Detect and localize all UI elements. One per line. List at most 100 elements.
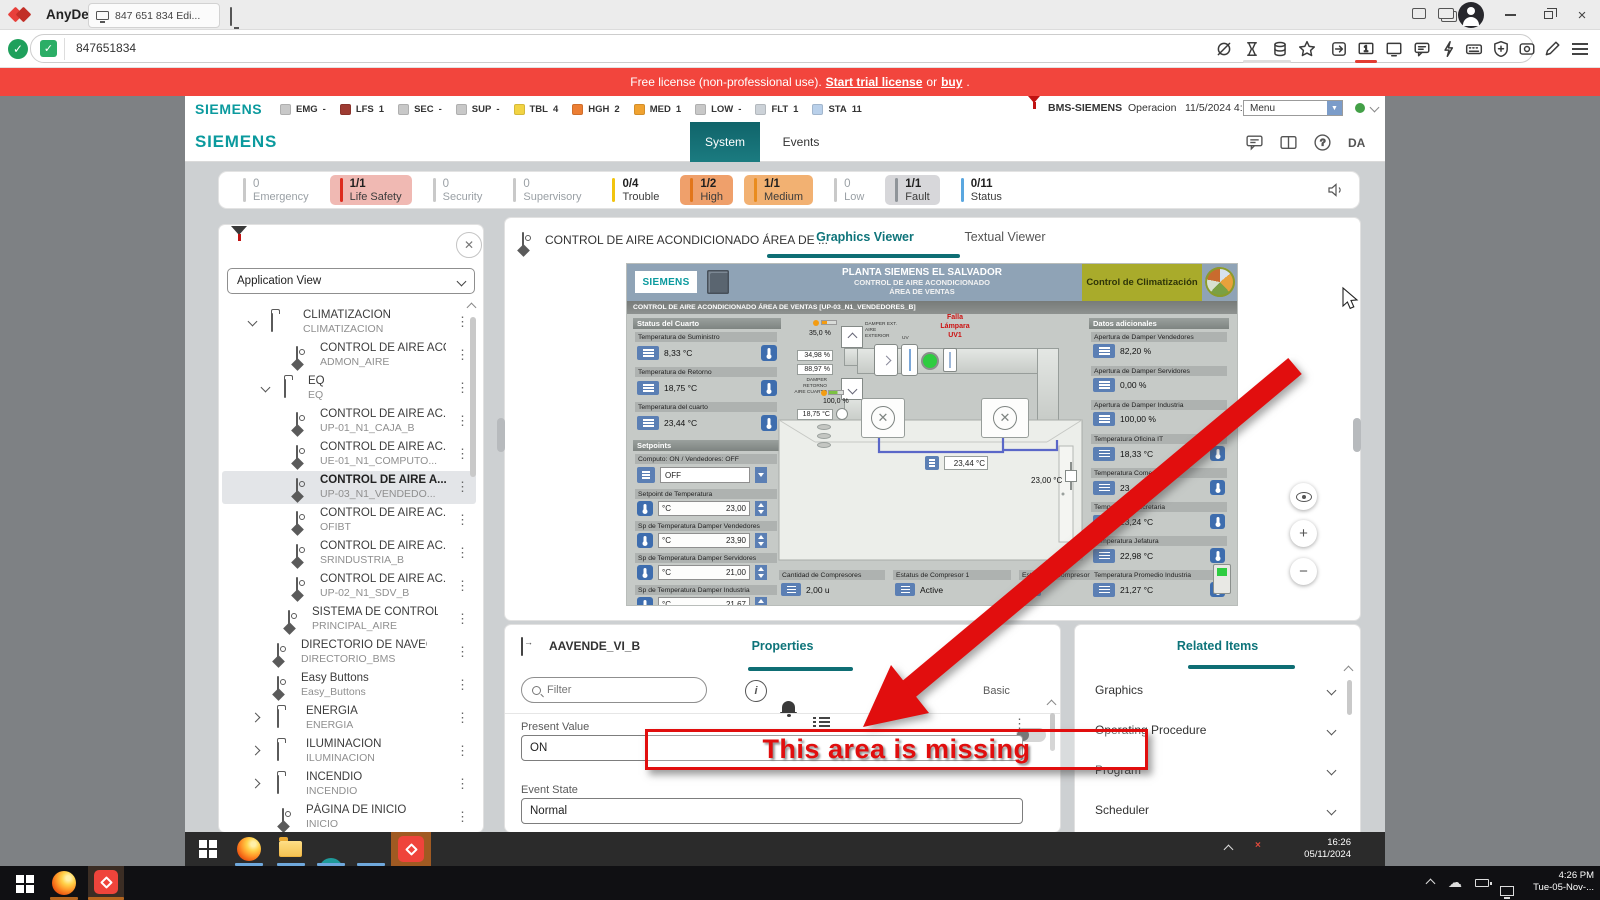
scroll-up-icon[interactable] (1343, 665, 1354, 676)
new-session-button[interactable] (230, 7, 232, 26)
keyboard-icon[interactable] (1465, 40, 1483, 58)
onedrive-cloud-icon[interactable]: ☁ (1448, 874, 1462, 891)
connection-ok-icon[interactable]: ✓ (8, 39, 28, 59)
item-menu-kebab[interactable]: ⋮ (456, 447, 469, 460)
user-avatar[interactable]: DA (1348, 136, 1365, 150)
maximize-button[interactable] (1532, 3, 1564, 27)
tree-item-eq[interactable]: EQ EQ ⋮ (222, 372, 476, 405)
menu-hamburger-icon[interactable] (1572, 43, 1588, 55)
view-select[interactable]: Application View (227, 268, 475, 294)
info-icon[interactable]: i (745, 680, 767, 702)
summary-emergency[interactable]: 0 Emergency (233, 175, 319, 205)
firefox-icon[interactable] (237, 837, 261, 861)
sound-icon[interactable] (1327, 182, 1345, 198)
tree-item-directorio[interactable]: DIRECTORIO DE NAVEGA...DIRECTORIO_BMS ⋮ (222, 636, 476, 669)
tree-item-climatizacion[interactable]: CLIMATIZACION CLIMATIZACION ⋮ (222, 306, 476, 339)
address-field[interactable]: 847651834 (76, 41, 136, 55)
alarm-bell-icon[interactable] (780, 701, 797, 717)
item-menu-kebab[interactable]: ⋮ (456, 480, 469, 493)
thermometer-button[interactable] (1210, 480, 1225, 495)
permissions-shield-icon[interactable] (1492, 40, 1510, 58)
tab-system[interactable]: System (690, 122, 760, 162)
monitor-icon[interactable] (1385, 40, 1403, 58)
start-trial-link[interactable]: Start trial license (826, 75, 923, 89)
related-scrollbar-thumb[interactable] (1347, 680, 1352, 715)
anydesk-active-app[interactable] (391, 832, 431, 866)
buy-link[interactable]: buy (941, 75, 962, 89)
damper-retorno[interactable] (841, 378, 863, 400)
tree-item-ofibt[interactable]: CONTROL DE AIRE AC... OFIBT ⋮ (222, 504, 476, 537)
summary-low[interactable]: 0 Low (824, 175, 874, 205)
summary-supervisory[interactable]: 0 Supervisory (503, 175, 591, 205)
actions-lightning-icon[interactable] (1440, 40, 1458, 58)
scroll-up-icon[interactable] (1046, 699, 1057, 710)
item-menu-kebab[interactable]: ⋮ (456, 513, 469, 526)
badge-flt[interactable]: FLT 1 (755, 103, 798, 115)
chevron-right-icon[interactable] (250, 712, 261, 723)
account-avatar[interactable] (1458, 2, 1484, 28)
summary-security[interactable]: 0 Security (423, 175, 493, 205)
chevron-down-icon[interactable] (247, 316, 258, 327)
clipboard-icon[interactable] (1412, 8, 1426, 19)
firefox-icon[interactable] (52, 871, 76, 895)
tree-item-principal-aire[interactable]: SISTEMA DE CONTROL ...PRINCIPAL_AIRE ⋮ (222, 603, 476, 636)
record-icon[interactable] (1518, 40, 1536, 58)
layout-panes-icon[interactable] (1279, 133, 1298, 152)
item-menu-kebab[interactable]: ⋮ (456, 381, 469, 394)
badge-hgh[interactable]: HGH 2 (572, 103, 620, 115)
related-item-scheduler[interactable]: Scheduler (1095, 799, 1337, 821)
tree-item-up01[interactable]: CONTROL DE AIRE AC... UP-01_N1_CAJA_B ⋮ (222, 405, 476, 438)
badge-emg[interactable]: EMG - (280, 103, 326, 115)
summary-fault[interactable]: 1/1 Fault (885, 174, 940, 206)
item-menu-kebab[interactable]: ⋮ (456, 711, 469, 724)
badge-sec[interactable]: SEC - (398, 103, 442, 115)
thermometer-button[interactable] (1210, 446, 1225, 461)
filter-field[interactable] (521, 677, 707, 703)
tray-expand-icon[interactable] (1223, 844, 1234, 855)
tree-item-energia[interactable]: ENERGIA ENERGIA ⋮ (222, 702, 476, 735)
file-explorer-icon[interactable] (279, 837, 302, 857)
session-duration-icon[interactable] (1243, 40, 1261, 58)
session-ok-icon[interactable]: ✓ (40, 40, 57, 57)
local-clock[interactable]: 4:26 PM Tue-05-Nov-... (1520, 870, 1594, 895)
new-connection-icon[interactable] (1330, 40, 1348, 58)
badge-low[interactable]: LOW - (695, 103, 741, 115)
badge-tbl[interactable]: TBL 4 (513, 103, 558, 115)
item-menu-kebab[interactable]: ⋮ (456, 315, 469, 328)
chevron-right-icon[interactable] (250, 778, 261, 789)
badge-sup[interactable]: SUP - (455, 103, 500, 115)
session-tab[interactable]: 847 651 834 Edi... (88, 3, 220, 28)
summary-medium[interactable]: 1/1 Medium (743, 174, 814, 206)
tab-properties[interactable]: Properties (505, 639, 1060, 653)
item-menu-kebab[interactable]: ⋮ (456, 546, 469, 559)
summary-high[interactable]: 1/2 High (680, 174, 733, 206)
anydesk-active-app[interactable] (88, 866, 124, 900)
tree-item-up02[interactable]: CONTROL DE AIRE AC... UP-02_N1_SDV_B ⋮ (222, 570, 476, 603)
tree-scrollbar-thumb[interactable] (470, 317, 476, 477)
tree-close-button[interactable]: ✕ (456, 232, 482, 258)
list-view-icon[interactable] (813, 716, 830, 728)
network-monitor-icon[interactable] (1500, 886, 1514, 899)
draw-pencil-icon[interactable] (1543, 40, 1561, 58)
tab-events[interactable]: Events (770, 122, 832, 162)
monitor-1-icon[interactable]: 1 (1357, 40, 1375, 58)
close-button[interactable]: × (1566, 3, 1598, 27)
start-button[interactable] (16, 875, 34, 893)
item-menu-kebab[interactable]: ⋮ (456, 744, 469, 757)
tray-expand-icon[interactable] (1425, 878, 1436, 889)
chevron-down-icon[interactable] (260, 382, 271, 393)
tree-item-srindustria[interactable]: CONTROL DE AIRE AC... SRINDUSTRIA_B ⋮ (222, 537, 476, 570)
privacy-icon[interactable] (1215, 40, 1233, 58)
collapse-left-handle[interactable] (497, 418, 505, 452)
collapse-right-handle[interactable] (1353, 418, 1361, 452)
tree-item-ue01[interactable]: CONTROL DE AIRE AC... UE-01_N1_COMPUTO...… (222, 438, 476, 471)
file-transfer-icon[interactable] (1271, 40, 1289, 58)
view-eye-button[interactable] (1290, 483, 1317, 510)
item-menu-kebab[interactable]: ⋮ (456, 414, 469, 427)
feedback-icon[interactable] (1245, 133, 1264, 152)
tree-item-easy-buttons[interactable]: Easy Buttons Easy_Buttons ⋮ (222, 669, 476, 702)
item-menu-kebab[interactable]: ⋮ (456, 810, 469, 823)
item-menu-kebab[interactable]: ⋮ (456, 579, 469, 592)
tree-item-iluminacion[interactable]: ILUMINACION ILUMINACION ⋮ (222, 735, 476, 768)
summary-trouble[interactable]: 0/4 Trouble (602, 175, 669, 205)
